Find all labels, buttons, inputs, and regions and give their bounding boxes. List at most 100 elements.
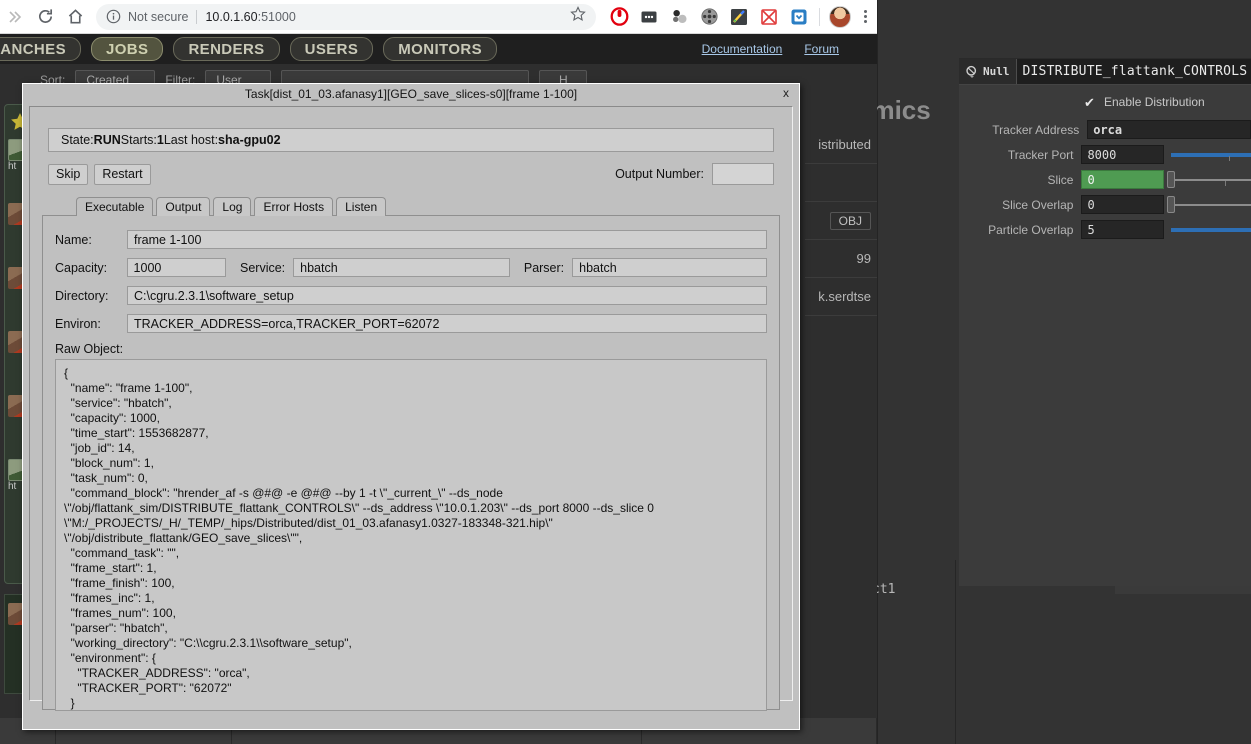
- paint-extension-icon[interactable]: [727, 5, 751, 29]
- screen-root: amics ct1 Null DISTRIBUTE_flattank_CONTR…: [0, 0, 1251, 744]
- kebab-menu-icon[interactable]: [855, 10, 875, 23]
- state-value: RUN: [93, 133, 121, 147]
- param-slider-tracker-port[interactable]: [1167, 145, 1251, 164]
- extension-toolbar: [604, 5, 877, 29]
- param-slider-particle-overlap[interactable]: [1167, 220, 1251, 239]
- task-dialog-titlebar[interactable]: Task[dist_01_03.afanasy1][GEO_save_slice…: [23, 84, 799, 104]
- url-host: 10.0.1.60: [205, 9, 258, 24]
- documentation-link[interactable]: Documentation: [702, 42, 783, 56]
- enable-distribution-label: Enable Distribution: [1104, 95, 1205, 109]
- task-dialog-body: State: RUN Starts: 1 Last host: sha-gpu0…: [29, 106, 793, 711]
- info-cell-obj: OBJ: [805, 202, 877, 240]
- node-type-label: Null: [983, 65, 1010, 78]
- skip-button[interactable]: Skip: [48, 163, 89, 185]
- slider-handle[interactable]: [1167, 171, 1176, 188]
- obj-chip[interactable]: OBJ: [829, 211, 871, 230]
- home-icon[interactable]: [60, 2, 90, 32]
- nav-tab-jobs[interactable]: JOBS: [90, 37, 164, 61]
- node-type-chip[interactable]: Null: [959, 59, 1017, 84]
- capacity-service-parser-row: Capacity: 1000 Service: hbatch Parser: h…: [55, 258, 767, 277]
- parser-input[interactable]: hbatch: [572, 258, 767, 277]
- tab-log[interactable]: Log: [213, 197, 252, 216]
- url-text: 10.0.1.60:51000: [205, 10, 295, 24]
- slider-track: [1171, 204, 1251, 206]
- afanasy-nav-links: Documentation Forum: [702, 42, 877, 56]
- output-number-label: Output Number:: [615, 167, 704, 181]
- name-input[interactable]: frame 1-100: [127, 230, 767, 249]
- directory-row: Directory: C:\cgru.2.3.1\software_setup: [55, 286, 767, 305]
- parser-label: Parser:: [523, 260, 565, 275]
- param-field-tracker-port[interactable]: 8000: [1081, 145, 1165, 164]
- pocket-extension-icon[interactable]: [787, 5, 811, 29]
- param-row-slice-overlap: Slice Overlap 0: [959, 192, 1251, 217]
- directory-label: Directory:: [55, 288, 109, 303]
- nav-tab-users[interactable]: USERS: [289, 37, 374, 61]
- param-row-tracker-port: Tracker Port 8000: [959, 142, 1251, 167]
- environ-input[interactable]: TRACKER_ADDRESS=orca,TRACKER_PORT=62072: [127, 314, 767, 333]
- tab-error-hosts[interactable]: Error Hosts: [254, 197, 334, 216]
- checkmark-icon[interactable]: ✔: [1083, 96, 1096, 109]
- parameter-pane-header: Null DISTRIBUTE_flattank_CONTROLS: [959, 59, 1251, 85]
- image-blocker-extension-icon[interactable]: [757, 5, 781, 29]
- nav-tab-monitors[interactable]: MONITORS: [383, 37, 498, 61]
- toolbar-separator: [819, 7, 820, 26]
- bookmark-star-icon[interactable]: [570, 6, 586, 27]
- node-name-field[interactable]: DISTRIBUTE_flattank_CONTROLS: [1016, 59, 1251, 84]
- raw-object-label: Raw Object:: [55, 342, 124, 356]
- param-label-slice-overlap: Slice Overlap: [1002, 197, 1074, 212]
- task-tabs: Executable Output Log Error Hosts Listen: [76, 197, 792, 216]
- parameter-pane: Null DISTRIBUTE_flattank_CONTROLS ✔ Enab…: [959, 58, 1251, 586]
- executable-tab-panel: Name: frame 1-100 Capacity: 1000 Service…: [42, 215, 780, 711]
- dots-extension-icon[interactable]: [637, 5, 661, 29]
- name-row: Name: frame 1-100: [55, 230, 767, 249]
- param-row-slice: Slice 0: [959, 167, 1251, 192]
- param-slider-slice-overlap[interactable]: [1167, 195, 1251, 214]
- tab-output[interactable]: Output: [156, 197, 211, 216]
- film-reel-extension-icon[interactable]: [697, 5, 721, 29]
- slider-handle[interactable]: [1167, 196, 1176, 213]
- param-field-slice[interactable]: 0: [1081, 170, 1165, 189]
- tab-listen[interactable]: Listen: [336, 197, 387, 216]
- nav-tab-ranches[interactable]: RANCHES: [0, 37, 81, 61]
- url-port: :51000: [257, 9, 296, 24]
- capacity-label: Capacity:: [55, 260, 108, 275]
- null-node-icon: [965, 65, 978, 78]
- security-status-label: Not secure: [128, 9, 198, 24]
- molecule-extension-icon[interactable]: [667, 5, 691, 29]
- task-action-row: Skip Restart Output Number:: [48, 163, 774, 185]
- info-cell-blank: [805, 164, 877, 202]
- avatar[interactable]: [829, 5, 851, 28]
- info-cell-count: 99: [805, 240, 877, 278]
- param-field-slice-overlap[interactable]: 0: [1081, 195, 1165, 214]
- raw-object-box[interactable]: { "name": "frame 1-100", "service": "hba…: [55, 359, 767, 711]
- nav-tab-renders[interactable]: RENDERS: [173, 37, 280, 61]
- reload-icon[interactable]: [30, 2, 60, 32]
- back-arrow-icon[interactable]: [0, 2, 30, 32]
- directory-input[interactable]: C:\cgru.2.3.1\software_setup: [127, 286, 767, 305]
- service-input[interactable]: hbatch: [293, 258, 510, 277]
- param-field-tracker-address[interactable]: orca: [1087, 120, 1251, 139]
- slider-track: [1171, 179, 1251, 181]
- output-number-input[interactable]: [712, 163, 774, 185]
- info-cell-user: k.serdtse: [805, 278, 877, 316]
- restart-button[interactable]: Restart: [94, 163, 151, 185]
- close-icon[interactable]: x: [779, 86, 793, 100]
- param-label-tracker-address: Tracker Address: [992, 122, 1080, 137]
- tab-executable[interactable]: Executable: [76, 197, 154, 216]
- info-cell-distributed: istributed: [805, 126, 877, 164]
- param-row-tracker-address: Tracker Address orca: [959, 117, 1251, 142]
- task-dialog-title: Task[dist_01_03.afanasy1][GEO_save_slice…: [244, 87, 578, 101]
- forum-link[interactable]: Forum: [804, 42, 839, 56]
- param-slider-slice[interactable]: [1167, 170, 1251, 189]
- capacity-input[interactable]: 1000: [126, 258, 226, 277]
- param-label-slice: Slice: [1047, 172, 1074, 187]
- name-label: Name:: [55, 232, 92, 247]
- task-state-bar: State: RUN Starts: 1 Last host: sha-gpu0…: [48, 128, 774, 152]
- param-field-particle-overlap[interactable]: 5: [1081, 220, 1165, 239]
- opera-extension-icon[interactable]: [607, 5, 631, 29]
- address-bar[interactable]: Not secure 10.0.1.60:51000: [96, 3, 596, 30]
- param-label-tracker-port: Tracker Port: [1007, 147, 1074, 162]
- param-row-particle-overlap: Particle Overlap 5: [959, 217, 1251, 242]
- info-circle-icon[interactable]: [106, 9, 122, 25]
- enable-distribution-row[interactable]: ✔ Enable Distribution: [959, 91, 1251, 113]
